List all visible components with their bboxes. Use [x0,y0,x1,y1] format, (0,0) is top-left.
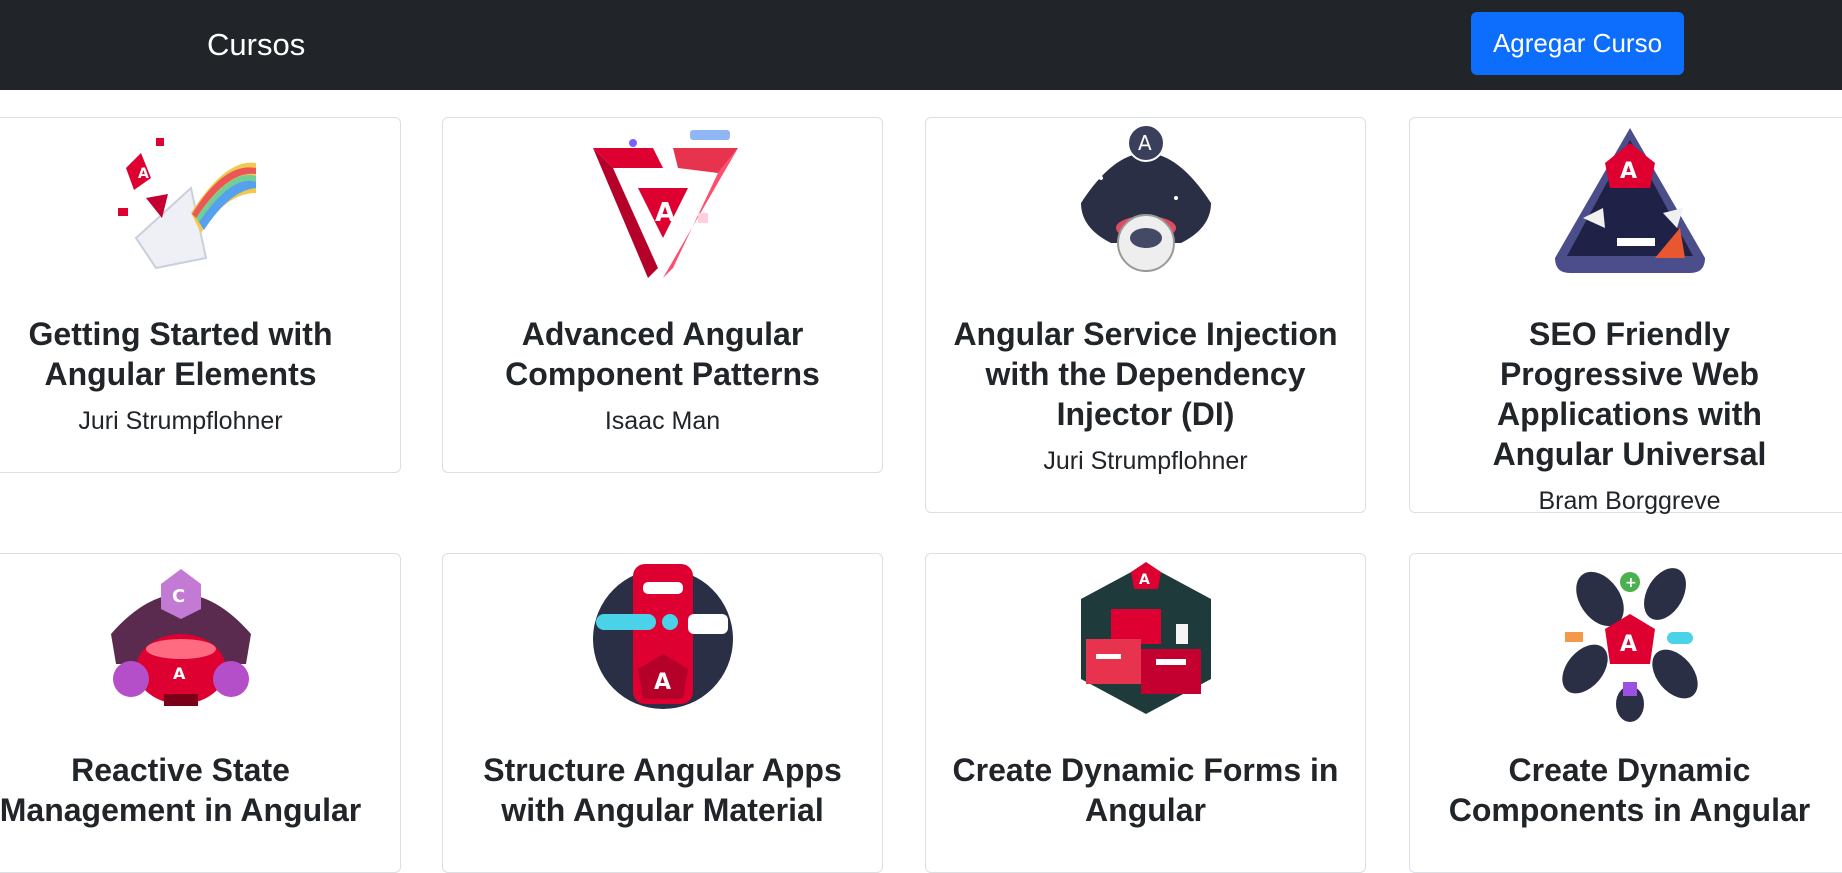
reactive-state-illustration: C A [110,569,251,706]
svg-text:A: A [138,166,149,182]
course-card[interactable]: A Create Dynamic Forms in Angular [925,553,1366,873]
svg-text:A: A [655,198,675,228]
dependency-injection-illustration: A [1080,124,1211,272]
svg-text:A: A [1138,131,1152,155]
course-card[interactable]: A SEO Friendly Progressive Web Applicati… [1409,117,1842,515]
svg-text:A: A [654,670,671,695]
course-author: Juri Strumpflohner [1043,447,1248,475]
angular-patterns-illustration: A [592,130,738,278]
svg-text:A: A [1139,572,1150,588]
course-card[interactable]: A Getting Started with Angular Elements … [0,117,401,473]
add-course-button[interactable]: Agregar Curso [1471,12,1684,75]
top-navbar: Cursos Agregar Curso [0,0,1842,90]
angular-elements-illustration: A [117,138,256,270]
svg-text:A: A [1620,632,1637,657]
angular-universal-illustration: A [1554,128,1705,273]
course-author: Juri Strumpflohner [78,407,283,435]
course-title: Structure Angular Apps with Angular Mate… [483,752,842,828]
course-title: Getting Started with Angular Elements [28,316,333,392]
course-card[interactable]: + A Create Dynamic Components in Angular [1409,553,1842,873]
course-title: Create Dynamic Forms in Angular [952,752,1339,828]
dynamic-components-illustration: + A [1561,568,1698,722]
svg-text:A: A [1620,159,1637,184]
svg-text:C: C [172,586,185,607]
svg-text:A: A [173,664,186,683]
course-card[interactable]: C A Reactive State Management in Angular [0,553,401,873]
course-author: Bram Borggreve [1538,487,1721,515]
brand-link[interactable]: Cursos [207,27,305,63]
angular-material-illustration: A [592,564,733,709]
course-title: Create Dynamic Components in Angular [1448,752,1811,828]
course-title: Advanced Angular Component Patterns [505,316,820,392]
course-author: Isaac Man [604,407,721,435]
svg-text:+: + [1625,575,1637,591]
course-title: Angular Service Injection with the Depen… [953,316,1338,432]
course-card[interactable]: A Advanced Angular Component Patterns Is… [442,117,883,473]
dynamic-forms-illustration: A [1080,562,1211,714]
course-card[interactable]: A Structure Angular Apps with Angular Ma… [442,553,883,873]
course-title: Reactive State Management in Angular [0,752,362,828]
course-title: SEO Friendly Progressive Web Application… [1492,316,1767,472]
course-card[interactable]: A Angular Service Injection with the Dep… [925,117,1366,513]
